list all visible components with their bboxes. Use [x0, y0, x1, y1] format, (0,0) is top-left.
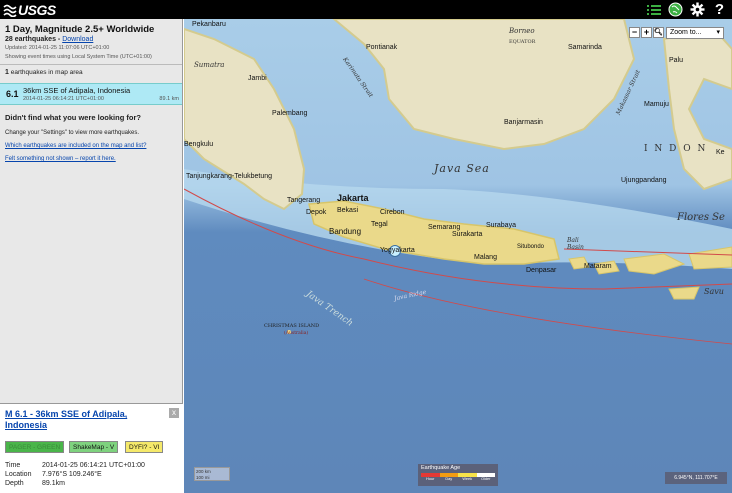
city-label: Pontianak	[366, 44, 398, 51]
city-label: Samarinda	[568, 44, 602, 51]
included-earthquakes-link[interactable]: Which earthquakes are included on the ma…	[0, 136, 182, 149]
city-label: Palu	[669, 57, 684, 64]
usgs-wave-icon	[3, 4, 17, 17]
top-bar: USGS ?	[0, 0, 732, 19]
list-icon[interactable]	[645, 1, 662, 18]
logo-text: USGS	[18, 1, 56, 18]
place: 36km SSE of Adipala, Indonesia	[23, 86, 131, 95]
city-label: Ujungpandang	[621, 177, 667, 184]
city-label: Mataram	[584, 263, 612, 270]
city-label: Bandung	[329, 227, 362, 236]
city-label: Bekasi	[337, 207, 359, 214]
help-icon[interactable]: ?	[711, 1, 728, 18]
gear-icon[interactable]	[689, 1, 706, 18]
zoom-out-button[interactable]: −	[629, 27, 640, 38]
city-label: Semarang	[428, 224, 461, 231]
dyfi-badge[interactable]: DYFI? - VI	[125, 441, 164, 453]
cursor-coordinates: 6.945°N, 111.707°E	[665, 472, 727, 484]
zoom-in-button[interactable]: +	[641, 27, 652, 38]
location-label: Location	[5, 471, 32, 478]
city-label: Cirebon	[380, 209, 405, 216]
indonesia-label: I N D O N	[644, 144, 708, 154]
shakemap-badge[interactable]: ShakeMap - V	[69, 441, 119, 453]
download-link[interactable]: Download	[62, 36, 93, 43]
city-label: Yogyakarta	[380, 247, 415, 254]
java-sea-label: Java Sea	[434, 162, 490, 175]
zoom-controls: − + 🔍︎	[629, 27, 664, 38]
map-view[interactable]: Java Sea Flores Se Bali Basin Java Ridge…	[184, 19, 732, 493]
zoom-to-select[interactable]: Zoom to...	[666, 27, 724, 39]
time-row: Time 2014-01-25 06:14:21 UTC+01:00	[5, 462, 145, 469]
city-label: Pekanbaru	[192, 21, 226, 28]
count-text: 28 earthquakes -	[5, 36, 63, 43]
in-map-count: 1 earthquakes in map area	[0, 65, 182, 81]
city-label: Palembang	[272, 110, 308, 117]
globe-icon[interactable]	[667, 1, 684, 18]
legend-label: Day	[445, 477, 453, 481]
depth-value: 89.1km	[42, 480, 65, 487]
magnitude: 6.1	[6, 89, 19, 99]
legend-title: Earthquake Age	[421, 465, 461, 471]
earthquake-age-legend: Earthquake Age Hour Day Week Older	[418, 464, 498, 486]
location-value: 7.976°S 109.246°E	[42, 471, 102, 478]
legend-labels: Hour Day Week Older	[421, 477, 495, 481]
borneo-label: Borneo	[509, 27, 535, 35]
didnt-find-heading: Didn't find what you were looking for?	[5, 113, 141, 122]
legend-label: Week	[462, 477, 473, 481]
sumatra-label: Sumatra	[194, 61, 225, 69]
legend-label: Hour	[426, 477, 435, 481]
city-label: Bengkulu	[184, 141, 214, 148]
in-map-text: earthquakes in map area	[8, 69, 83, 76]
map-canvas	[184, 19, 732, 493]
earthquake-detail: x M 6.1 - 36km SSE of Adipala, Indonesia…	[0, 403, 183, 493]
city-label: Malang	[474, 254, 497, 261]
earthquake-count: 28 earthquakes - Download	[0, 35, 182, 43]
time-value: 2014-01-25 06:14:21 UTC+01:00	[42, 462, 145, 469]
updated-text: Updated: 2014-01-25 11:07:06 UTC+01:00	[5, 45, 110, 51]
felt-report-link[interactable]: Felt something not shown – report it her…	[0, 149, 182, 162]
flores-sea-label: Flores Se	[677, 212, 725, 223]
depth-label: Depth	[5, 480, 24, 487]
christmas-island-label: CHRISTMAS ISLAND	[264, 323, 320, 329]
city-label: Denpasar	[526, 267, 557, 274]
city-label: Banjarmasin	[504, 119, 543, 126]
usgs-logo[interactable]: USGS	[3, 1, 56, 18]
bali-basin-label: Bali Basin	[567, 237, 584, 251]
feed-title: 1 Day, Magnitude 2.5+ Worldwide	[5, 24, 155, 35]
city-label: Surabaya	[486, 222, 516, 229]
depth: 89.1 km	[159, 96, 179, 102]
city-label: Jambi	[248, 75, 267, 82]
scale-bar: 200 km 100 mi	[194, 467, 230, 481]
city-label: Tangerang	[287, 197, 321, 204]
depth-row: Depth 89.1km	[5, 480, 65, 487]
city-label: Tegal	[371, 221, 388, 228]
settings-note: Change your "Settings" to view more eart…	[5, 130, 139, 136]
city-label: Ke	[716, 149, 725, 156]
city-label: Jakarta	[337, 193, 369, 203]
city-label: Mamuju	[644, 101, 669, 108]
city-label: Surakarta	[452, 231, 483, 238]
savu-label: Savu	[704, 287, 724, 296]
city-label: Depok	[306, 209, 327, 216]
equator-label: EQUATOR	[509, 39, 536, 45]
list-item[interactable]: 6.1 36km SSE of Adipala, Indonesia 2014-…	[0, 83, 182, 105]
city-label: Tanjungkarang-Telukbetung	[186, 173, 273, 180]
search-icon[interactable]: 🔍︎	[653, 27, 664, 38]
timezone-note: Showing event times using Local System T…	[5, 54, 152, 60]
city-label: Situbondo	[517, 244, 545, 250]
time-label: Time	[5, 462, 21, 469]
close-button[interactable]: x	[169, 408, 179, 418]
legend-label: Older	[481, 477, 491, 481]
detail-title-link[interactable]: M 6.1 - 36km SSE of Adipala, Indonesia	[5, 409, 165, 431]
location-row: Location 7.976°S 109.246°E	[5, 471, 102, 478]
pager-badge[interactable]: PAGER - GREEN	[5, 441, 65, 453]
event-time: 2014-01-25 06:14:21 UTC+01:00	[23, 96, 104, 102]
scale-mi: 100 mi	[196, 475, 210, 480]
christmas-island-sublabel: (Australia)	[284, 331, 309, 336]
